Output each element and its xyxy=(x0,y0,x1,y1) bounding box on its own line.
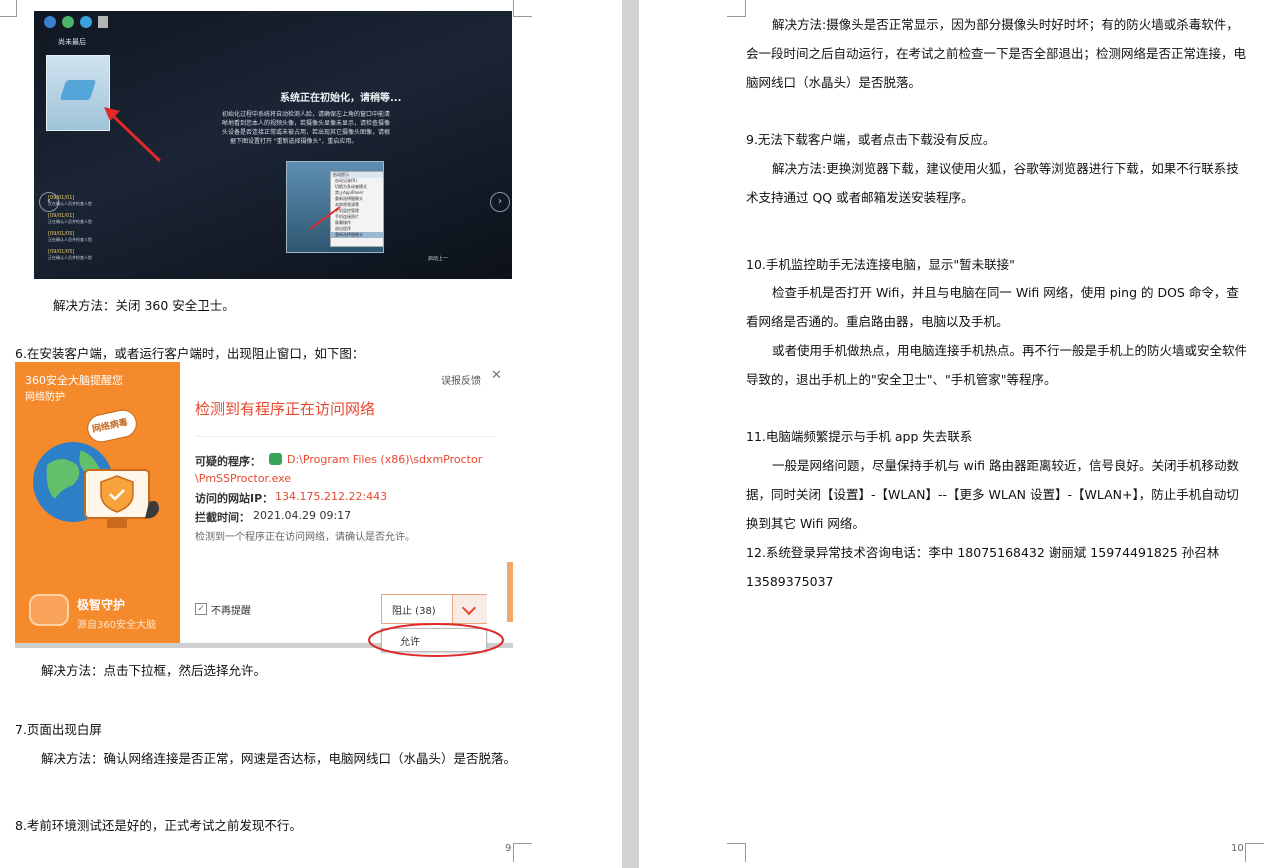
site-label: 访问的网站IP： xyxy=(195,492,274,505)
close-icon[interactable]: ✕ xyxy=(491,368,502,383)
notification-text: 正在确认人员并检查人脸 xyxy=(48,237,92,242)
dialog-subtitle: 网络防护 xyxy=(25,392,65,403)
dialog-brand: 360安全大脑提醒您 xyxy=(25,374,123,387)
dropdown-toggle[interactable] xyxy=(452,595,487,623)
bottom-label: 启动上一 xyxy=(428,256,449,262)
virus-bubble-text: 网络病毒 xyxy=(91,417,129,436)
annotation-arrow-icon xyxy=(104,107,162,163)
mask-icon xyxy=(29,594,69,626)
page-10: 解决方法:摄像头是否正常显示，因为部分摄像头时好时坏；有的防火墙或杀毒软件，会一… xyxy=(639,0,1273,868)
crop-mark xyxy=(727,0,746,17)
crop-mark xyxy=(513,0,532,17)
program-app-icon xyxy=(269,453,282,465)
crop-mark xyxy=(513,843,532,862)
program-path: D:\Program Files (x86)\sdxmProctor xyxy=(287,453,483,466)
item-11-heading: 11.电脑端频繁提示与手机 app 失去联系 xyxy=(746,429,973,444)
guard-title: 极智守护 xyxy=(77,598,126,612)
page-number: 9 xyxy=(505,843,512,854)
notification-text: 正在确认人员并检查人脸 xyxy=(48,255,92,260)
desktop-icon xyxy=(80,16,92,28)
page-number: 10 xyxy=(1231,843,1244,854)
next-slide-button[interactable]: › xyxy=(490,192,510,212)
item-12-support-phone: 12.系统登录异常技术咨询电话：李中 18075168432 谢丽斌 15974… xyxy=(746,545,1220,589)
phone-hotspot-paragraph: 或者使用手机做热点，用电脑连接手机热点。再不行一般是手机上的防火墙或安全软件导致… xyxy=(746,343,1248,387)
camera-preview xyxy=(46,55,110,131)
solution-network: 解决方法：确认网络连接是否正常，网速是否达标，电脑网线口（水晶头）是否脱落。 xyxy=(41,751,517,766)
time-label: 拦截时间： xyxy=(195,511,250,524)
crop-mark xyxy=(0,0,17,17)
phone-check-paragraph: 检查手机是否打开 Wifi，并且与电脑在同一 Wifi 网络，使用 ping 的… xyxy=(746,285,1239,329)
program-label: 可疑的程序： xyxy=(195,455,261,468)
crop-mark xyxy=(727,843,746,862)
security-alert-dialog: 360安全大脑提醒您 网络防护 网络病毒 极智守护 源自360安全大脑 误报反馈… xyxy=(15,362,513,644)
page-9: 尚未最后 系统正在初始化，请稍等... 初始化过程中系统将自动检测人脸，请确保左… xyxy=(0,0,622,868)
highlight-ellipse-icon xyxy=(368,623,504,657)
notification-text: 正在确认人员并检查人脸 xyxy=(48,219,92,224)
report-link[interactable]: 误报反馈 xyxy=(441,372,481,387)
page-gutter xyxy=(622,0,639,868)
item-10-heading: 10.手机监控助手无法连接电脑，显示"暂未联接" xyxy=(746,257,1015,272)
solution-close-360: 解决方法：关闭 360 安全卫士。 xyxy=(53,298,235,313)
no-remind-label: 不再提醒 xyxy=(211,606,251,617)
dialog-divider xyxy=(195,436,495,437)
annotation-arrow-icon xyxy=(309,206,341,230)
init-body-line: 初始化过程中系统将自动检测人脸，请确保左上角的窗口中能清 xyxy=(222,111,391,118)
init-body-line: 据下图设置打开 "重新选择摄像头"，重启应用。 xyxy=(230,138,358,145)
solution-dropdown: 解决方法：点击下拉框，然后选择允许。 xyxy=(41,663,267,678)
desktop-icon-label: 尚未最后 xyxy=(58,38,86,46)
dialog-headline: 检测到有程序正在访问网络 xyxy=(195,400,376,418)
dialog-note: 检测到一个程序正在访问网络，请确认是否允许。 xyxy=(195,532,415,543)
time-value: 2021.04.29 09:17 xyxy=(253,509,352,522)
desktop-icon xyxy=(62,16,74,28)
desktop-icon xyxy=(98,16,108,28)
camera-solution-paragraph: 解决方法:摄像头是否正常显示，因为部分摄像头时好时坏；有的防火墙或杀毒软件，会一… xyxy=(746,17,1247,90)
crop-mark xyxy=(1245,843,1264,862)
desktop-icon xyxy=(44,16,56,28)
item-9-heading: 9.无法下载客户端，或者点击下载没有反应。 xyxy=(746,132,996,147)
item-8-heading: 8.考前环境测试还是好的，正式考试之前发现不行。 xyxy=(15,818,302,833)
init-body-line: 头设备是否连接正常或未被占用，若出现其它摄像头图像，请根 xyxy=(222,129,391,136)
orange-side-strip xyxy=(507,562,513,622)
network-issue-paragraph: 一般是网络问题，尽量保持手机与 wifi 路由器距离较近，信号良好。关闭手机移动… xyxy=(746,458,1240,531)
notification-text: 正在确认人员并检查人脸 xyxy=(48,201,92,206)
block-button-label: 阻止 (38) xyxy=(392,606,436,617)
no-remind-checkbox[interactable]: ✓ xyxy=(195,603,207,615)
download-solution-paragraph: 解决方法:更换浏览器下载，建议使用火狐，谷歌等浏览器进行下载，如果不行联系技术支… xyxy=(746,161,1239,205)
item-7-heading: 7.页面出现白屏 xyxy=(15,722,102,737)
camera-logo-icon xyxy=(59,80,97,100)
notification-list: [09/01/01] 正在确认人员并检查人脸 [09/01/01] 正在确认人员… xyxy=(48,193,138,261)
client-init-photo: 尚未最后 系统正在初始化，请稍等... 初始化过程中系统将自动检测人脸，请确保左… xyxy=(34,11,512,279)
item-6-heading: 6.在安装客户端，或者运行客户端时，出现阻止窗口，如下图： xyxy=(15,346,365,361)
init-body-line: 晰地看到您本人的视频头像，若摄像头显像未显示，请检查摄像 xyxy=(222,120,391,127)
dialog-orange-panel: 360安全大脑提醒您 网络防护 网络病毒 极智守护 源自360安全大脑 xyxy=(15,362,180,644)
chevron-down-icon xyxy=(461,600,477,616)
init-title: 系统正在初始化，请稍等... xyxy=(280,93,402,104)
program-path-continued: \PmSSProctor.exe xyxy=(195,472,292,485)
site-ip: 134.175.212.22:443 xyxy=(275,490,388,503)
guard-subtitle: 源自360安全大脑 xyxy=(77,620,157,631)
